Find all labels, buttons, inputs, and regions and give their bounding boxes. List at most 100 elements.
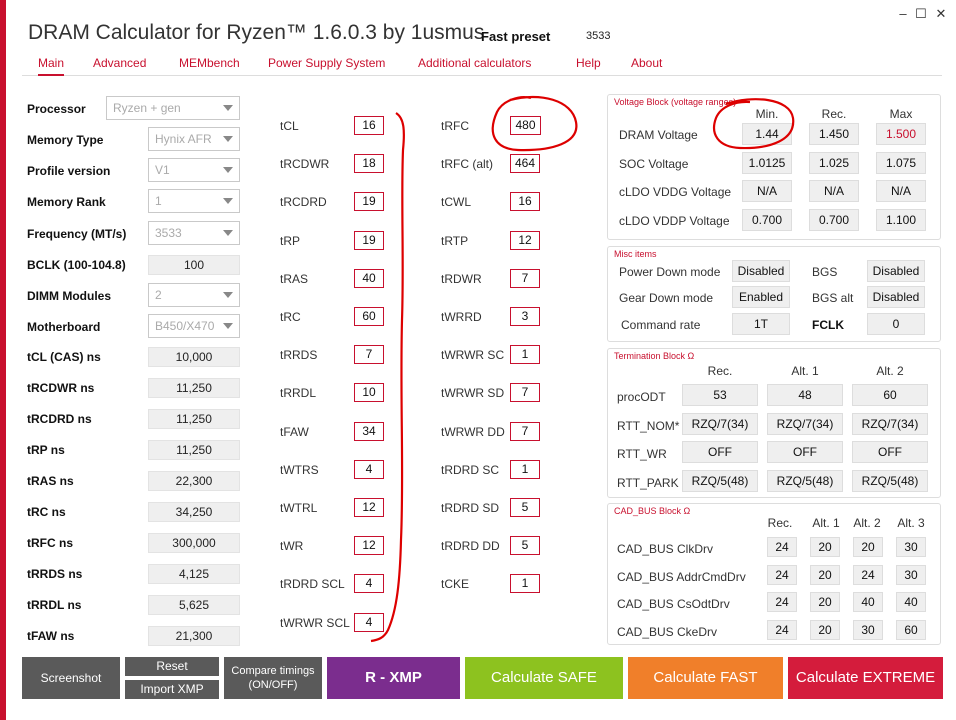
cadbus-value: 40 [853,592,883,612]
dimm-modules-label: DIMM Modules [27,289,111,303]
timing-input[interactable]: 1 [510,459,540,479]
termination-label: procODT [617,390,666,404]
timing-input[interactable]: 464 [510,154,540,174]
reset-button[interactable]: Reset [125,657,219,676]
voltage-col-max: Max [889,107,913,121]
tab-main[interactable]: Main [38,56,65,76]
tab-membench[interactable]: MEMbench [179,56,240,70]
voltage-label: SOC Voltage [619,156,689,171]
dimm-modules-select[interactable]: 2 [148,283,240,307]
power-down-value: Disabled [732,260,790,282]
calculate-safe-button[interactable]: Calculate SAFE [465,657,623,699]
timing-label: tFAW [280,424,309,439]
ns-label: tRCDRD ns [27,412,92,426]
ns-value: 11,250 [148,409,240,429]
timing-input[interactable]: 4 [354,574,384,594]
calculate-extreme-button[interactable]: Calculate EXTREME [788,657,943,699]
timing-input[interactable]: 4 [354,459,384,479]
cadbus-col-alt3: Alt. 3 [897,516,925,530]
memory-type-value: Hynix AFR [155,132,212,146]
motherboard-value: B450/X470 [155,319,215,333]
minimize-button[interactable]: – [896,6,910,21]
cadbus-label: CAD_BUS CkeDrv [617,624,718,639]
termination-value: RZQ/7(34) [852,412,928,435]
frequency-select[interactable]: 3533 [148,221,240,245]
memory-rank-label: Memory Rank [27,195,106,209]
cadbus-value: 24 [767,592,797,612]
processor-select[interactable]: Ryzen + gen [106,96,240,120]
timing-input[interactable]: 60 [354,307,384,326]
timing-input[interactable]: 4 [354,612,384,632]
timing-input[interactable]: 480 [510,116,541,135]
chevron-down-icon [223,230,233,236]
ns-value: 5,625 [148,595,240,615]
timing-input[interactable]: 10 [354,383,384,403]
timing-label: tWTRL [280,501,318,515]
timing-input[interactable]: 19 [354,230,384,250]
ns-label: tRRDL ns [27,598,82,612]
maximize-button[interactable]: ☐ [914,6,928,22]
timing-input[interactable]: 1 [510,574,540,594]
timing-label: tWTRS [280,462,319,477]
compare-timings-button[interactable]: Compare timings (ON/OFF) [224,657,322,699]
tab-power-supply[interactable]: Power Supply System [268,56,385,70]
motherboard-select[interactable]: B450/X470 [148,314,240,338]
timing-input[interactable]: 12 [510,230,540,250]
termination-label: RTT_WR [617,447,667,461]
cadbus-value: 30 [896,564,926,585]
bgs-alt-value: Disabled [867,286,925,308]
timing-input[interactable]: 12 [354,536,384,556]
memory-type-label: Memory Type [27,133,104,147]
timing-input[interactable]: 7 [510,383,540,403]
memory-type-select[interactable]: Hynix AFR [148,127,240,151]
fclk-label: FCLK [812,318,844,332]
bclk-input[interactable]: 100 [148,255,240,275]
timing-input[interactable]: 19 [354,192,384,212]
tab-help[interactable]: Help [576,56,601,70]
timing-input[interactable]: 1 [510,345,540,365]
rxmp-button[interactable]: R - XMP [327,657,460,699]
tab-additional-calculators[interactable]: Additional calculators [418,56,531,70]
import-xmp-button[interactable]: Import XMP [125,680,219,699]
timing-label: tRP [280,233,301,248]
calculate-fast-button[interactable]: Calculate FAST [628,657,783,699]
timing-input[interactable]: 7 [510,421,540,441]
termination-value: RZQ/5(48) [682,469,758,492]
cadbus-value: 20 [810,564,840,585]
ns-label: tCL (CAS) ns [27,350,101,364]
voltage-value: 1.075 [876,151,926,174]
misc-panel-title: Misc items [614,249,657,259]
cadbus-value: 30 [896,537,926,557]
timing-input[interactable]: 34 [354,421,384,441]
memory-rank-select[interactable]: 1 [148,189,240,213]
timing-input[interactable]: 5 [510,498,540,517]
timing-input[interactable]: 12 [354,498,384,517]
ns-value: 11,250 [148,378,240,398]
ns-value: 34,250 [148,502,240,522]
preset-label: Fast preset [481,29,551,44]
cadbus-value: 40 [896,592,926,612]
tab-about[interactable]: About [631,56,662,70]
chevron-down-icon [223,167,233,173]
profile-version-select[interactable]: V1 [148,158,240,182]
tab-advanced[interactable]: Advanced [93,56,146,70]
ns-label: tRRDS ns [27,567,83,581]
ns-label: tRFC ns [27,536,73,550]
chevron-down-icon [223,105,233,111]
timing-label: tRCDRD [280,195,327,210]
close-button[interactable]: ✕ [934,6,948,22]
timing-input[interactable]: 16 [354,116,384,135]
timing-input[interactable]: 40 [354,268,384,288]
timing-input[interactable]: 7 [354,345,384,365]
screenshot-button[interactable]: Screenshot [22,657,120,699]
timing-input[interactable]: 18 [354,154,384,174]
timing-input[interactable]: 7 [510,268,540,288]
gear-down-label: Gear Down mode [619,291,714,305]
termination-value: 48 [767,384,843,406]
cadbus-value: 24 [767,537,797,557]
cadbus-value: 20 [810,619,840,640]
command-rate-value: 1T [732,313,790,335]
timing-input[interactable]: 5 [510,536,540,556]
timing-input[interactable]: 3 [510,307,540,326]
timing-input[interactable]: 16 [510,192,540,212]
